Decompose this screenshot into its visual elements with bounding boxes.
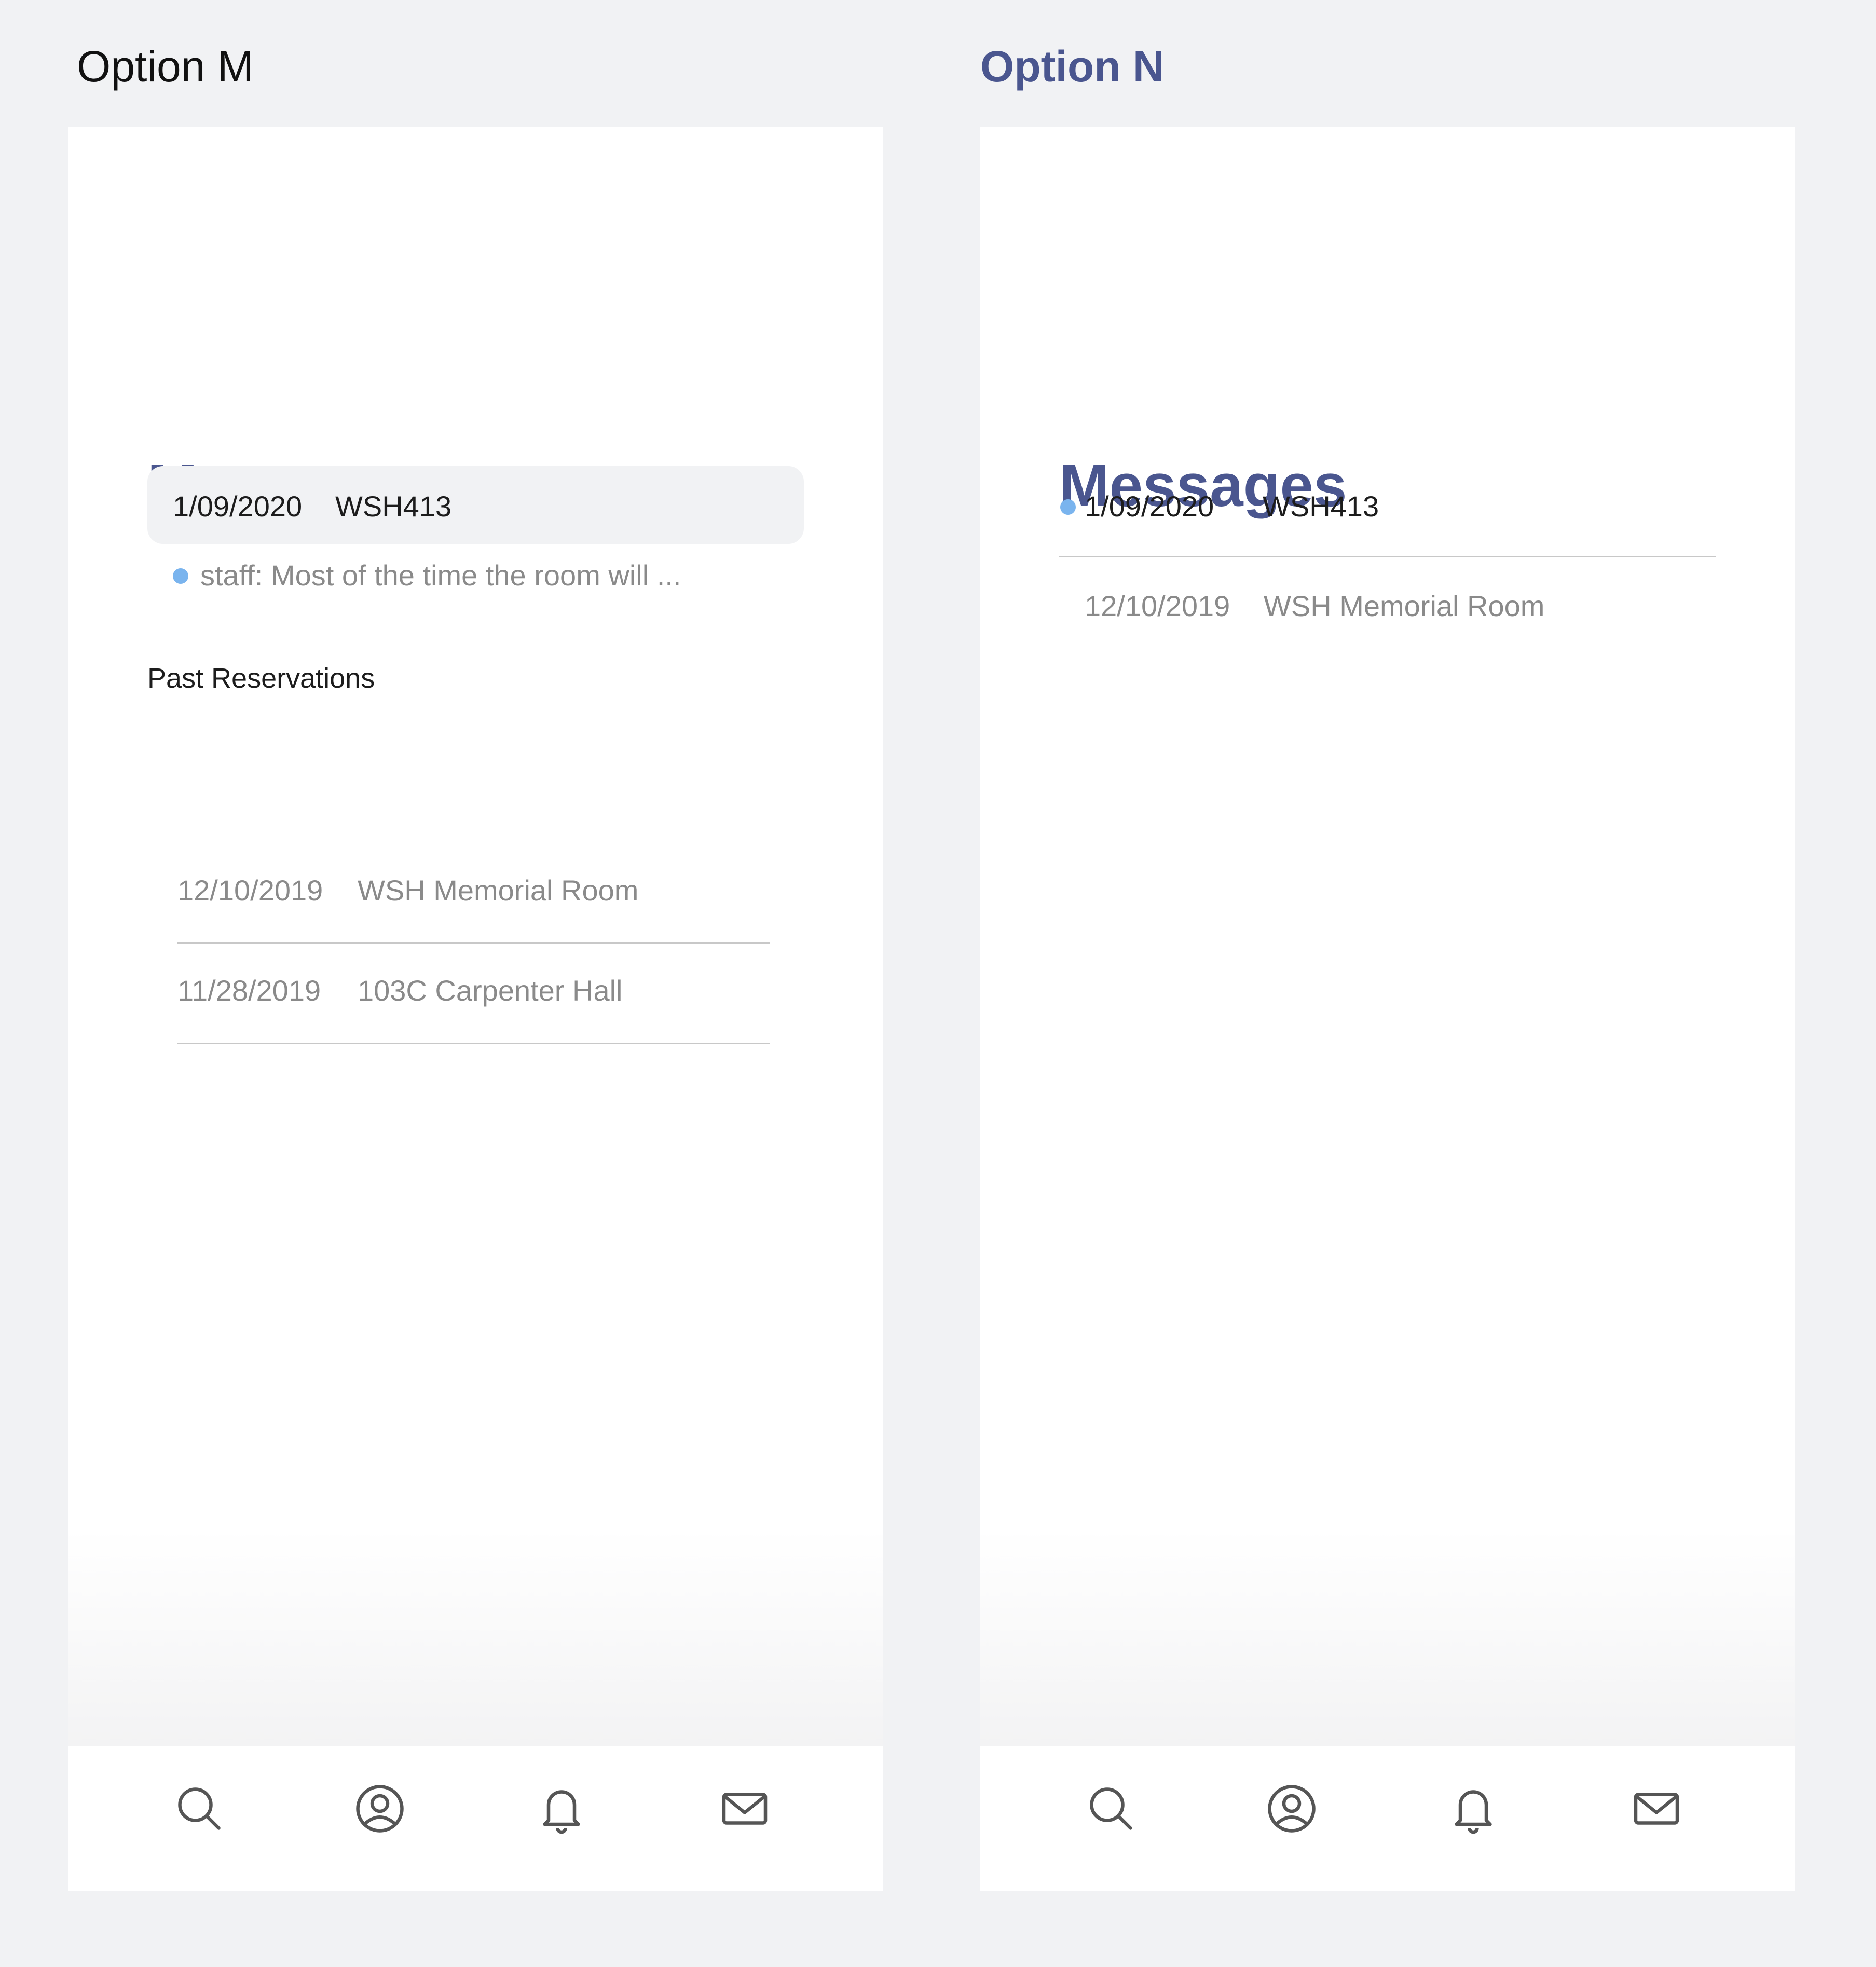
- option-m-label: Option M: [77, 42, 254, 91]
- unread-dot-icon: [173, 568, 188, 584]
- past-reservation-location: 103C Carpenter Hall: [358, 974, 623, 1007]
- past-reservation-date: 12/10/2019: [177, 874, 323, 907]
- unread-dot-icon: [1060, 499, 1076, 515]
- past-reservation-row[interactable]: 12/10/2019 WSH Memorial Room: [177, 842, 770, 944]
- current-reservation-date: 1/09/2020: [173, 490, 303, 523]
- bottom-fade: [68, 1528, 883, 1746]
- past-reservation-date[interactable]: 12/10/2019: [1085, 588, 1230, 624]
- bottom-nav: [68, 1746, 883, 1891]
- past-reservation-location: WSH Memorial Room: [358, 874, 639, 907]
- message-preview[interactable]: staff: Most of the time the room will ..…: [200, 557, 681, 594]
- option-n-label: Option N: [980, 42, 1165, 91]
- mail-icon[interactable]: [714, 1778, 776, 1840]
- bell-icon[interactable]: [530, 1778, 593, 1840]
- current-reservation-code[interactable]: WSH413: [1263, 488, 1379, 525]
- bottom-nav: [980, 1746, 1795, 1891]
- past-reservations-heading: Past Reservations: [147, 663, 375, 694]
- current-reservation-code: WSH413: [335, 490, 452, 523]
- current-reservation-date[interactable]: 1/09/2020: [1085, 488, 1214, 525]
- search-icon[interactable]: [1080, 1778, 1142, 1840]
- profile-icon[interactable]: [1261, 1778, 1323, 1840]
- option-m-screen: Messages 1/09/2020 WSH413 staff: Most of…: [68, 127, 883, 1891]
- past-reservation-row[interactable]: 11/28/2019 103C Carpenter Hall: [177, 942, 770, 1044]
- option-n-screen: Messages 1/09/2020 WSH413 12/10/2019 WSH…: [980, 127, 1795, 1891]
- divider: [1059, 556, 1716, 557]
- profile-icon[interactable]: [349, 1778, 411, 1840]
- past-reservation-location[interactable]: WSH Memorial Room: [1264, 588, 1544, 624]
- bottom-fade: [980, 1528, 1795, 1746]
- past-reservation-date: 11/28/2019: [177, 974, 321, 1007]
- mail-icon[interactable]: [1625, 1778, 1688, 1840]
- bell-icon[interactable]: [1442, 1778, 1504, 1840]
- search-icon[interactable]: [168, 1778, 230, 1840]
